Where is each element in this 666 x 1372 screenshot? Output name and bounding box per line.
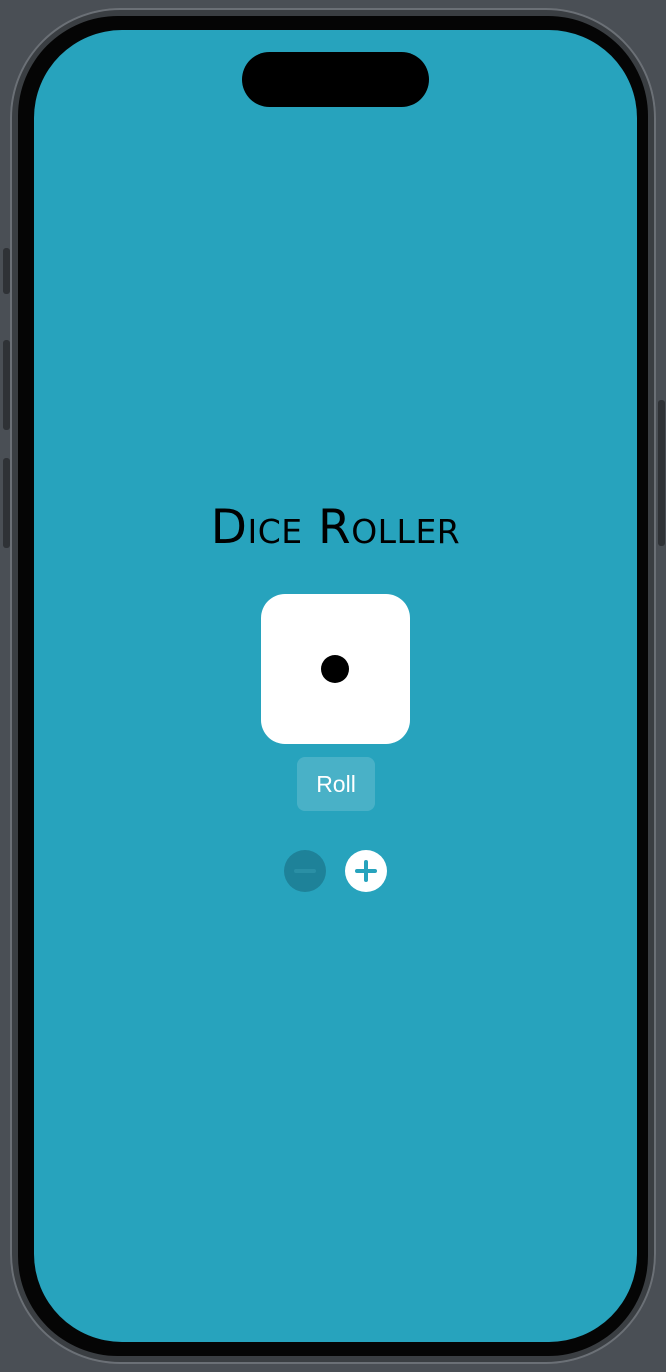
power-button	[658, 400, 665, 546]
increase-dice-button[interactable]	[345, 850, 387, 892]
roll-button[interactable]: Roll	[297, 757, 375, 811]
dice-pip	[321, 655, 349, 683]
dynamic-island	[242, 52, 429, 107]
page-title: Dice Roller	[210, 500, 461, 555]
volume-down-button	[3, 458, 10, 548]
app-screen: Dice Roller Roll	[34, 30, 637, 1342]
dice-face	[261, 594, 410, 744]
action-button	[3, 248, 10, 294]
plus-circle-icon	[355, 860, 377, 882]
minus-circle-icon	[294, 869, 316, 873]
decrease-dice-button[interactable]	[284, 850, 326, 892]
volume-up-button	[3, 340, 10, 430]
